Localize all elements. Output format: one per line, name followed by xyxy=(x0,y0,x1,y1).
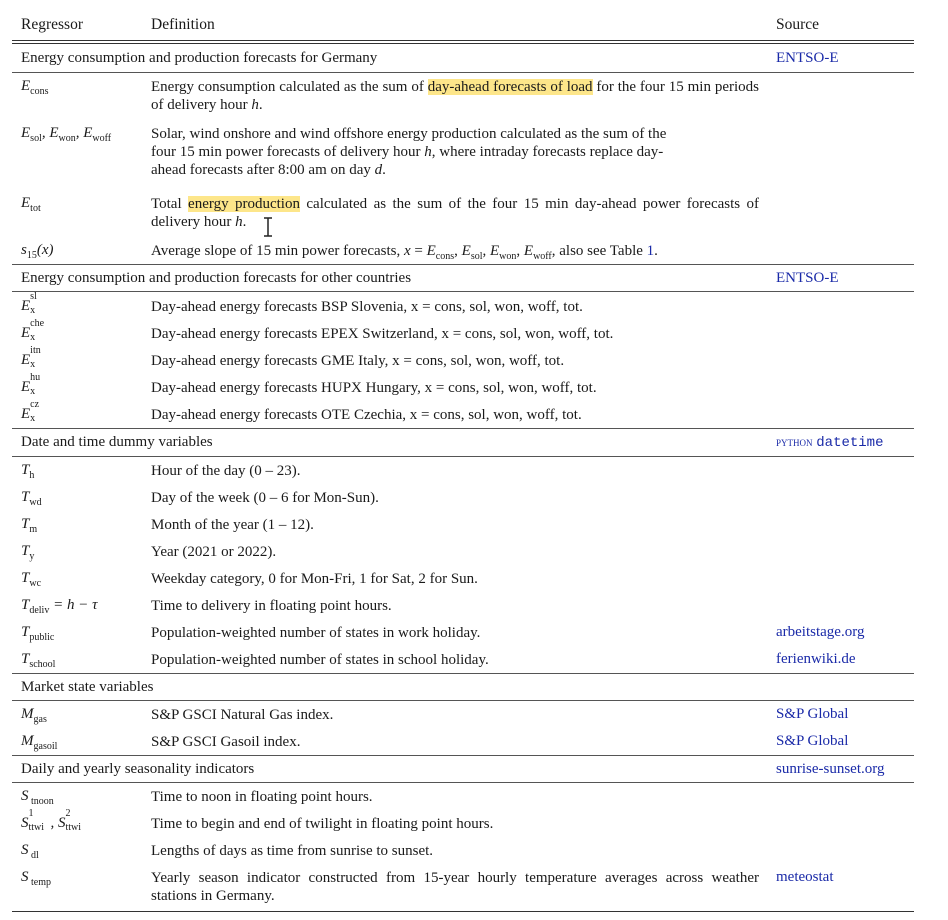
source-sp-global-gas[interactable]: S&P Global xyxy=(776,706,848,723)
section-rule xyxy=(12,782,914,783)
source-entsoe-germany[interactable]: ENTSO-E xyxy=(776,50,839,67)
symbol-e-cz: Ecz x xyxy=(21,399,40,424)
header-source: Source xyxy=(776,16,820,33)
symbol-econs: Econs xyxy=(21,78,49,97)
section-rule xyxy=(12,72,914,73)
symbol-sdl: S dl xyxy=(21,842,39,861)
definition-tdeliv: Time to delivery in floating point hours… xyxy=(151,598,392,614)
definition-mgasoil: S&P GSCI Gasoil index. xyxy=(151,734,301,750)
definition-econs: Energy consumption calculated as the sum… xyxy=(151,79,759,113)
definition-sl: Day-ahead energy forecasts BSP Slovenia,… xyxy=(151,299,583,315)
section-rule xyxy=(12,700,914,701)
definition-tm: Month of the year (1 – 12). xyxy=(151,517,314,533)
definition-stemp: Yearly season indicator constructed from… xyxy=(151,870,759,904)
bottom-rule xyxy=(12,911,914,912)
symbol-e-hu: Ehu x xyxy=(21,372,41,397)
section-rule xyxy=(12,456,914,457)
symbol-th: Th xyxy=(21,462,35,481)
section-rule xyxy=(12,428,914,429)
definition-tschool: Population-weighted number of states in … xyxy=(151,652,489,668)
symbol-tschool: Tschool xyxy=(21,651,56,670)
definition-sttwi: Time to begin and end of twilight in flo… xyxy=(151,816,494,832)
definition-ty: Year (2021 or 2022). xyxy=(151,544,277,560)
definition-che: Day-ahead energy forecasts EPEX Switzerl… xyxy=(151,326,614,342)
section-rule xyxy=(12,673,914,674)
header-definition: Definition xyxy=(151,16,215,33)
definition-itn: Day-ahead energy forecasts GME Italy, x … xyxy=(151,353,565,369)
section-title-other-countries: Energy consumption and production foreca… xyxy=(21,270,412,286)
definition-tpublic: Population-weighted number of states in … xyxy=(151,625,481,641)
definition-s15: Average slope of 15 min power forecasts,… xyxy=(151,243,658,262)
symbol-stnoon: S tnoon xyxy=(21,788,54,807)
symbol-tm: Tm xyxy=(21,516,38,535)
symbol-e-itn: Eitn x xyxy=(21,345,41,370)
text-cursor-icon xyxy=(264,217,272,237)
source-arbeitstage[interactable]: arbeitstage.org xyxy=(776,624,864,641)
symbol-tpublic: Tpublic xyxy=(21,624,55,643)
section-title-germany: Energy consumption and production foreca… xyxy=(21,50,378,66)
section-title-date-time: Date and time dummy variables xyxy=(21,434,213,450)
definition-th: Hour of the day (0 – 23). xyxy=(151,463,301,479)
symbol-s15: s15(x) xyxy=(21,242,54,261)
symbol-twc: Twc xyxy=(21,570,42,589)
symbol-e-sl: Esl x xyxy=(21,291,37,316)
definition-hu: Day-ahead energy forecasts HUPX Hungary,… xyxy=(151,380,597,396)
definition-stnoon: Time to noon in floating point hours. xyxy=(151,789,373,805)
header-regressor: Regressor xyxy=(21,16,83,33)
symbol-esol: Esol, Ewon, Ewoff xyxy=(21,125,112,144)
symbol-e-che: Eche x xyxy=(21,318,45,343)
definition-cz: Day-ahead energy forecasts OTE Czechia, … xyxy=(151,407,582,423)
definition-mgas: S&P GSCI Natural Gas index. xyxy=(151,707,334,723)
symbol-tdeliv: Tdeliv = h − τ xyxy=(21,597,98,616)
top-rule xyxy=(12,40,914,41)
section-rule xyxy=(12,755,914,756)
source-meteostat[interactable]: meteostat xyxy=(776,869,833,886)
source-python-datetime[interactable]: python datetime xyxy=(776,434,883,451)
section-title-seasonality: Daily and yearly seasonality indicators xyxy=(21,761,255,777)
source-sp-global-gasoil[interactable]: S&P Global xyxy=(776,733,848,750)
definition-twc: Weekday category, 0 for Mon-Fri, 1 for S… xyxy=(151,571,478,587)
section-rule xyxy=(12,291,914,292)
definition-esol: Solar, wind onshore and wind offshore en… xyxy=(151,126,667,178)
symbol-twd: Twd xyxy=(21,489,42,508)
definition-twd: Day of the week (0 – 6 for Mon-Sun). xyxy=(151,490,379,506)
source-sunrise-sunset[interactable]: sunrise-sunset.org xyxy=(776,761,884,778)
definition-etot: Total energy production calculated as th… xyxy=(151,196,760,230)
symbol-mgas: Mgas xyxy=(21,706,47,725)
section-rule xyxy=(12,264,914,265)
source-entsoe-other[interactable]: ENTSO-E xyxy=(776,270,839,287)
section-title-market-state: Market state variables xyxy=(21,679,154,695)
symbol-etot: Etot xyxy=(21,195,41,214)
highlight-load: day-ahead forecasts of load xyxy=(427,79,593,95)
source-ferienwiki[interactable]: ferienwiki.de xyxy=(776,651,856,668)
highlight-energy-production: energy production xyxy=(188,196,300,212)
symbol-ty: Ty xyxy=(21,543,35,562)
symbol-sttwi: S 1 ttwi, S 2 ttwi xyxy=(21,808,82,833)
top-rule-double xyxy=(12,43,914,44)
symbol-mgasoil: Mgasoil xyxy=(21,733,58,752)
definition-sdl: Lengths of days as time from sunrise to … xyxy=(151,843,434,859)
symbol-stemp: S temp xyxy=(21,869,51,888)
